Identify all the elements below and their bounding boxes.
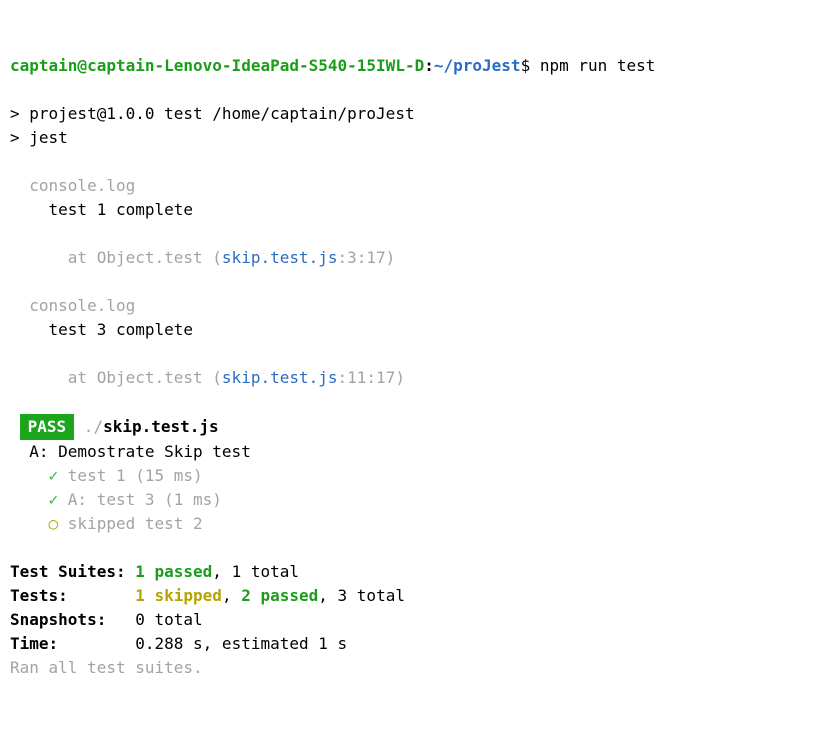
check-icon: ✓ [10,466,68,485]
prompt-sep: : [424,56,434,75]
prompt-path: ~/proJest [434,56,521,75]
summary-tests-rest: , 3 total [318,586,405,605]
test-result-line: A: test 3 (1 ms) [68,490,222,509]
prompt-user: captain@captain-Lenovo-IdeaPad-S540-15IW… [10,56,424,75]
pass-badge: PASS [20,414,75,440]
summary-suites-rest: , 1 total [212,562,299,581]
prompt-command[interactable]: npm run test [540,56,656,75]
console-log-message: test 3 complete [10,320,193,339]
summary-time-label: Time: [10,634,135,653]
summary-tests-label: Tests: [10,586,135,605]
test-result-line: test 1 (15 ms) [68,466,203,485]
npm-output-line: > projest@1.0.0 test /home/captain/proJe… [10,104,415,123]
test-skipped-line: skipped test 2 [68,514,203,533]
stack-file-link[interactable]: skip.test.js [222,248,338,267]
stack-location: :3:17) [338,248,396,267]
skip-icon: ○ [10,514,68,533]
stack-at-prefix: at Object.test ( [10,248,222,267]
check-icon: ✓ [10,490,68,509]
stack-at-prefix: at Object.test ( [10,368,222,387]
describe-label: A: Demostrate Skip test [10,442,251,461]
summary-suites-passed: 1 passed [135,562,212,581]
console-log-header: console.log [10,176,135,195]
console-log-header: console.log [10,296,135,315]
summary-tests-skipped: 1 skipped [135,586,222,605]
test-file-name: skip.test.js [103,417,219,436]
summary-suites-label: Test Suites: [10,562,135,581]
stack-file-link[interactable]: skip.test.js [222,368,338,387]
stack-location: :11:17) [338,368,405,387]
summary-snapshots-label: Snapshots: [10,610,135,629]
prompt-dollar: $ [521,56,540,75]
console-log-message: test 1 complete [10,200,193,219]
summary-time-value: 0.288 s, estimated 1 s [135,634,347,653]
npm-output-line: > jest [10,128,68,147]
summary-ran-line: Ran all test suites. [10,658,203,677]
summary-snapshots-value: 0 total [135,610,202,629]
summary-sep: , [222,586,241,605]
summary-tests-passed: 2 passed [241,586,318,605]
test-file-path-prefix: ./ [74,417,103,436]
terminal-output: captain@captain-Lenovo-IdeaPad-S540-15IW… [10,56,655,677]
